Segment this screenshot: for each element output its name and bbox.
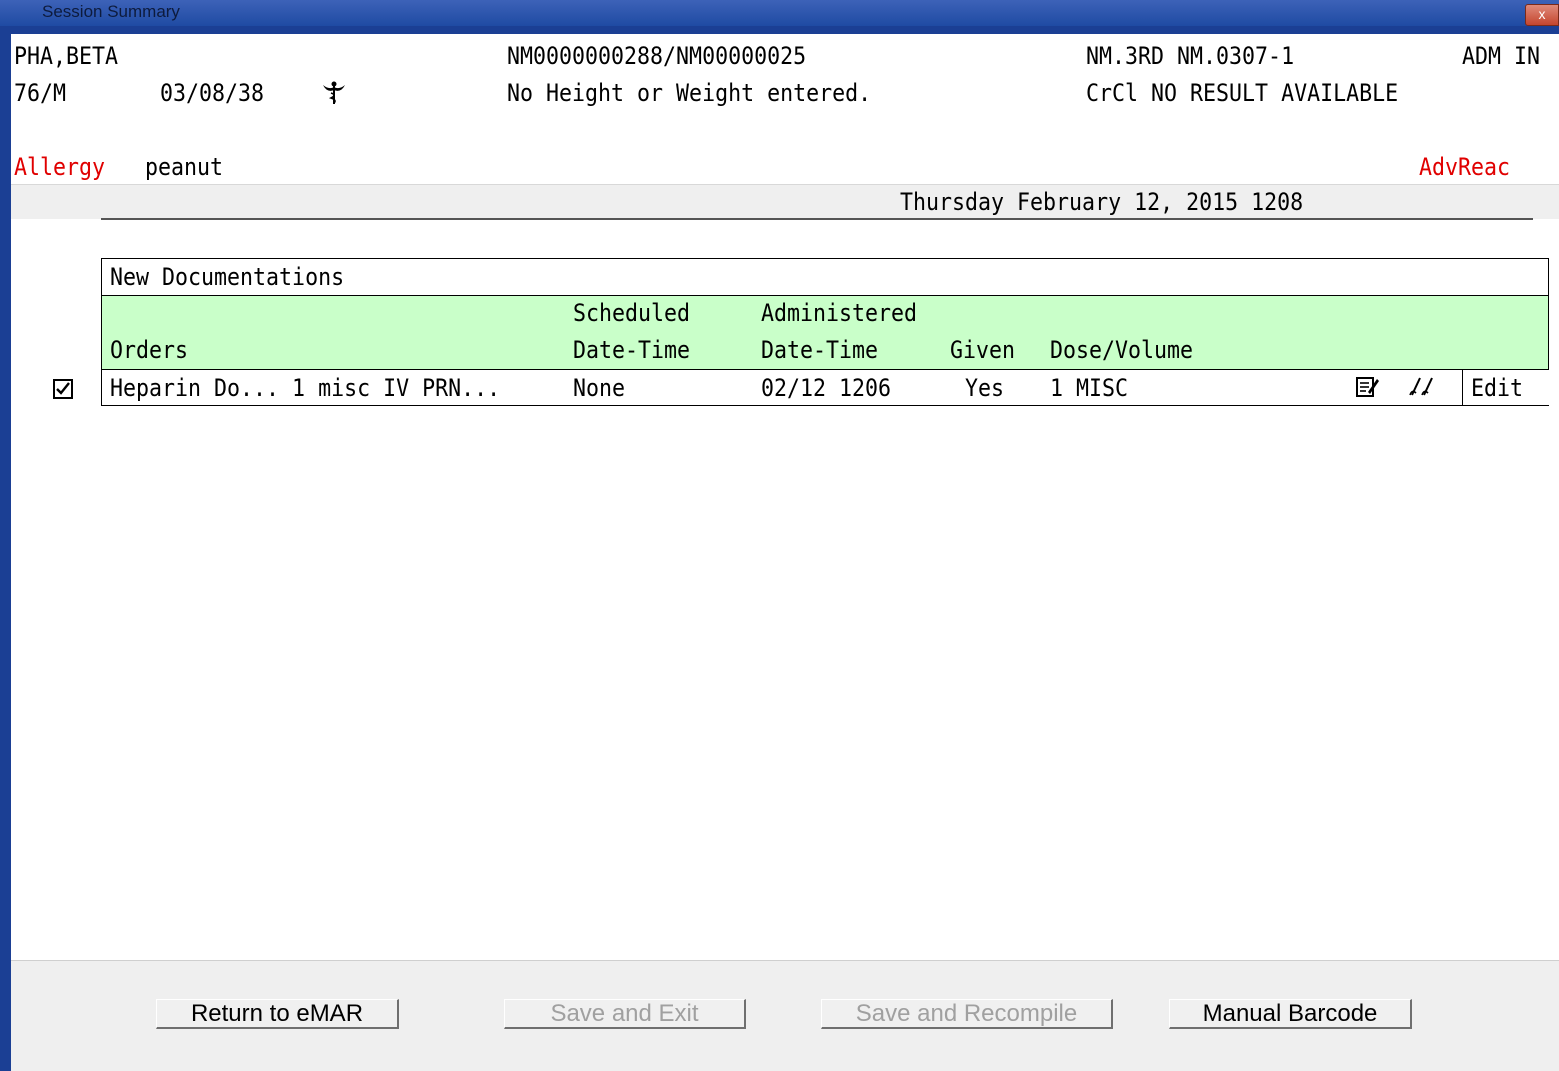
table-title: New Documentations: [110, 263, 345, 291]
row-checkbox[interactable]: [53, 379, 73, 399]
return-to-emar-button[interactable]: Return to eMAR: [156, 999, 399, 1029]
note-icon[interactable]: [1354, 375, 1380, 399]
patient-location: NM.3RD NM.0307-1: [1086, 42, 1295, 70]
cell-dose: 1 MISC: [1050, 374, 1129, 402]
col-scheduled-bottom: Date-Time: [573, 336, 691, 364]
col-administered-bottom: Date-Time: [761, 336, 879, 364]
close-button[interactable]: x: [1525, 4, 1559, 26]
patient-dob: 03/08/38: [160, 79, 265, 107]
current-datetime: Thursday February 12, 2015 1208: [900, 188, 1304, 216]
cell-order[interactable]: Heparin Do... 1 misc IV PRN...: [110, 374, 500, 402]
window-title: Session Summary: [42, 2, 180, 21]
cell-scheduled: None: [573, 374, 626, 402]
crcl-result: CrCl NO RESULT AVAILABLE: [1086, 79, 1399, 107]
table-title-bar: New Documentations: [102, 259, 1548, 296]
title-bar: Session Summary x: [0, 0, 1559, 26]
patient-age-sex: 76/M: [14, 79, 67, 107]
col-administered-top: Administered: [761, 299, 918, 327]
allergy-label[interactable]: Allergy: [14, 153, 105, 181]
checkbox-checked-icon: [56, 382, 70, 395]
patient-name: PHA,BETA: [14, 42, 119, 70]
edit-button[interactable]: Edit: [1462, 370, 1549, 405]
height-weight-note: No Height or Weight entered.: [507, 79, 872, 107]
edit-button-label: Edit: [1471, 374, 1524, 402]
signature-icon[interactable]: [1408, 375, 1438, 399]
cell-administered: 02/12 1206: [761, 374, 892, 402]
col-orders: Orders: [110, 336, 189, 364]
new-documentations-table: New Documentations Orders Scheduled Date…: [101, 258, 1549, 406]
save-and-recompile-button[interactable]: Save and Recompile: [821, 999, 1113, 1029]
cell-given: Yes: [965, 374, 1005, 402]
col-given: Given: [950, 336, 1016, 364]
date-bar-underline: [101, 218, 1533, 220]
date-bar: Thursday February 12, 2015 1208: [11, 185, 1559, 219]
patient-ids: NM0000000288/NM00000025: [507, 42, 807, 70]
table-row[interactable]: Heparin Do... 1 misc IV PRN... None 02/1…: [102, 370, 1549, 405]
col-dose-volume: Dose/Volume: [1050, 336, 1194, 364]
admission-status: ADM IN: [1462, 42, 1541, 70]
footer-bar: Return to eMAR Save and Exit Save and Re…: [11, 960, 1559, 1071]
manual-barcode-button[interactable]: Manual Barcode: [1169, 999, 1412, 1029]
caduceus-icon: [323, 81, 345, 104]
col-scheduled-top: Scheduled: [573, 299, 691, 327]
session-summary-window: PHA,BETA NM0000000288/NM00000025 NM.3RD …: [11, 34, 1559, 1071]
allergy-value: peanut: [145, 153, 224, 181]
table-header: Orders Scheduled Date-Time Administered …: [102, 296, 1548, 370]
save-and-exit-button[interactable]: Save and Exit: [504, 999, 746, 1029]
adverse-reaction-label[interactable]: AdvReac: [1419, 153, 1510, 181]
